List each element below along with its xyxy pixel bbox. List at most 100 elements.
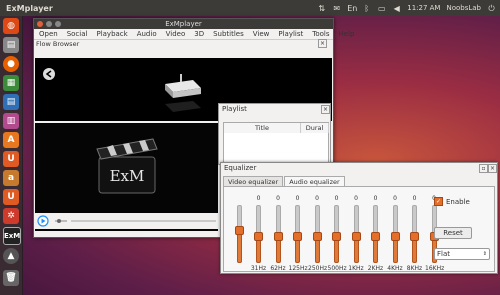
slider-knob[interactable] <box>293 232 302 241</box>
exmplayer-icon[interactable]: ExM <box>3 227 21 245</box>
preset-select[interactable]: Flat ⇕ <box>434 248 490 260</box>
volume-icon[interactable]: ◀ <box>392 4 401 13</box>
slider-track[interactable] <box>312 205 322 263</box>
slider-track[interactable] <box>293 205 302 263</box>
playlist-window: Playlist × Title Dural <box>218 103 331 165</box>
band-value: 0 <box>295 195 300 202</box>
slider-track[interactable] <box>371 205 380 263</box>
menu-view[interactable]: View <box>253 30 270 38</box>
band-slider[interactable]: 0 125Hz <box>289 195 308 272</box>
playlist-table[interactable]: Title Dural <box>223 122 329 164</box>
menu-open[interactable]: Open <box>39 30 58 38</box>
equalizer-window: Equalizer ▫ × Video equalizer Audio equa… <box>220 162 498 274</box>
menu-social[interactable]: Social <box>67 30 88 38</box>
band-slider[interactable]: 0 2KHz <box>367 195 385 272</box>
menu-playback[interactable]: Playback <box>96 30 127 38</box>
menu-help[interactable]: Help <box>339 30 355 38</box>
equalizer-panel: 0 31Hz 0 62Hz 0 125Hz 0 250Hz 0 500Hz 0 1KHz 0 2KHz 0 4… <box>223 186 495 272</box>
firefox-icon[interactable]: ● <box>3 56 19 72</box>
band-value: 0 <box>354 195 358 202</box>
slider-track[interactable] <box>234 205 244 263</box>
column-duration[interactable]: Dural <box>301 123 329 133</box>
band-label: 1KHz <box>348 265 364 272</box>
slider-knob[interactable] <box>273 232 283 241</box>
band-value: 0 <box>334 195 339 202</box>
seek-bar[interactable] <box>71 220 216 222</box>
band-label: 16KHz <box>425 265 445 272</box>
ubuntu-icon[interactable]: U <box>3 189 19 205</box>
indicator-area: ⇅ ✉ En ᛒ ▭ ◀ 11:27 AM NoobsLab ⏻ <box>317 0 496 16</box>
band-slider[interactable]: 0 62Hz <box>269 195 287 272</box>
band-slider[interactable]: 0 500Hz <box>328 195 347 272</box>
band-label: 62Hz <box>270 265 286 272</box>
playlist-title: Playlist <box>222 105 247 113</box>
band-slider[interactable]: 0 250Hz <box>308 195 328 272</box>
impress-icon[interactable]: ▥ <box>3 113 19 129</box>
slider-knob[interactable] <box>312 232 322 241</box>
checkbox-icon[interactable]: ✓ <box>434 197 443 206</box>
app-title: ExMplayer <box>6 3 53 13</box>
menu-video[interactable]: Video <box>166 30 186 38</box>
band-label: 8KHz <box>406 265 423 272</box>
slider-knob[interactable] <box>410 232 419 241</box>
band-slider[interactable]: 0 8KHz <box>406 195 424 272</box>
slider-knob[interactable] <box>234 226 244 235</box>
equalizer-close-icon[interactable]: × <box>488 164 497 173</box>
band-value <box>230 195 248 203</box>
equalizer-float-icon[interactable]: ▫ <box>479 164 488 173</box>
slider-track[interactable] <box>351 205 361 263</box>
back-arrow-icon[interactable] <box>43 68 55 80</box>
slider-knob[interactable] <box>332 232 341 241</box>
band-value: 0 <box>373 195 378 202</box>
software-center-icon[interactable]: A <box>3 132 19 148</box>
slider-track[interactable] <box>390 205 400 263</box>
chevron-updown-icon: ⇕ <box>482 251 487 257</box>
menu-tools[interactable]: Tools <box>312 30 329 38</box>
slider-track[interactable] <box>410 205 419 263</box>
update-icon[interactable]: ▲ <box>3 248 19 264</box>
band-value: 0 <box>412 195 417 202</box>
reset-button[interactable]: Reset <box>434 227 472 239</box>
network-icon[interactable]: ⇅ <box>317 4 326 13</box>
slider-knob[interactable] <box>390 232 400 241</box>
flow-browser-close-icon[interactable]: × <box>318 39 327 48</box>
control-bar <box>35 213 218 229</box>
band-label: 250Hz <box>308 265 328 272</box>
dash-icon[interactable]: ◍ <box>3 18 19 34</box>
slider-track[interactable] <box>254 205 263 263</box>
menu-playlist[interactable]: Playlist <box>278 30 303 38</box>
band-slider[interactable]: 0 1KHz <box>347 195 365 272</box>
playlist-close-icon[interactable]: × <box>321 105 330 114</box>
column-title[interactable]: Title <box>224 123 301 133</box>
writer-icon[interactable]: ▤ <box>3 94 19 110</box>
drive-icon <box>165 74 201 112</box>
slider-knob[interactable] <box>254 232 263 241</box>
mail-icon[interactable]: ✉ <box>332 4 341 13</box>
band-slider[interactable]: 0 31Hz <box>250 195 268 272</box>
power-icon[interactable]: ⏻ <box>487 4 496 13</box>
menu-subtitles[interactable]: Subtitles <box>213 30 244 38</box>
user-name[interactable]: NoobsLab <box>446 4 481 12</box>
ubuntu-one-icon[interactable]: U <box>3 151 19 167</box>
files-icon[interactable]: ▤ <box>3 37 19 53</box>
band-label: 2KHz <box>367 265 384 272</box>
slider-knob[interactable] <box>371 232 380 241</box>
settings-icon[interactable]: ✲ <box>3 208 19 224</box>
slider-track[interactable] <box>273 205 283 263</box>
preamp-slider[interactable] <box>230 195 248 265</box>
trash-icon[interactable]: 🗑 <box>3 270 19 286</box>
spreadsheet-icon[interactable]: ▦ <box>3 75 19 91</box>
menu-audio[interactable]: Audio <box>137 30 157 38</box>
amazon-icon[interactable]: a <box>3 170 19 186</box>
enable-checkbox[interactable]: ✓ Enable <box>434 197 470 206</box>
bluetooth-icon[interactable]: ᛒ <box>362 4 371 13</box>
clock[interactable]: 11:27 AM <box>407 4 440 12</box>
battery-icon[interactable]: ▭ <box>377 4 386 13</box>
slider-knob[interactable] <box>351 232 361 241</box>
top-panel: ExMplayer ⇅ ✉ En ᛒ ▭ ◀ 11:27 AM NoobsLab… <box>0 0 500 16</box>
menu-3d[interactable]: 3D <box>194 30 204 38</box>
band-slider[interactable]: 0 4KHz <box>386 195 404 272</box>
slider-track[interactable] <box>332 205 341 263</box>
band-value: 0 <box>276 195 280 202</box>
keyboard-icon[interactable]: En <box>347 4 357 13</box>
